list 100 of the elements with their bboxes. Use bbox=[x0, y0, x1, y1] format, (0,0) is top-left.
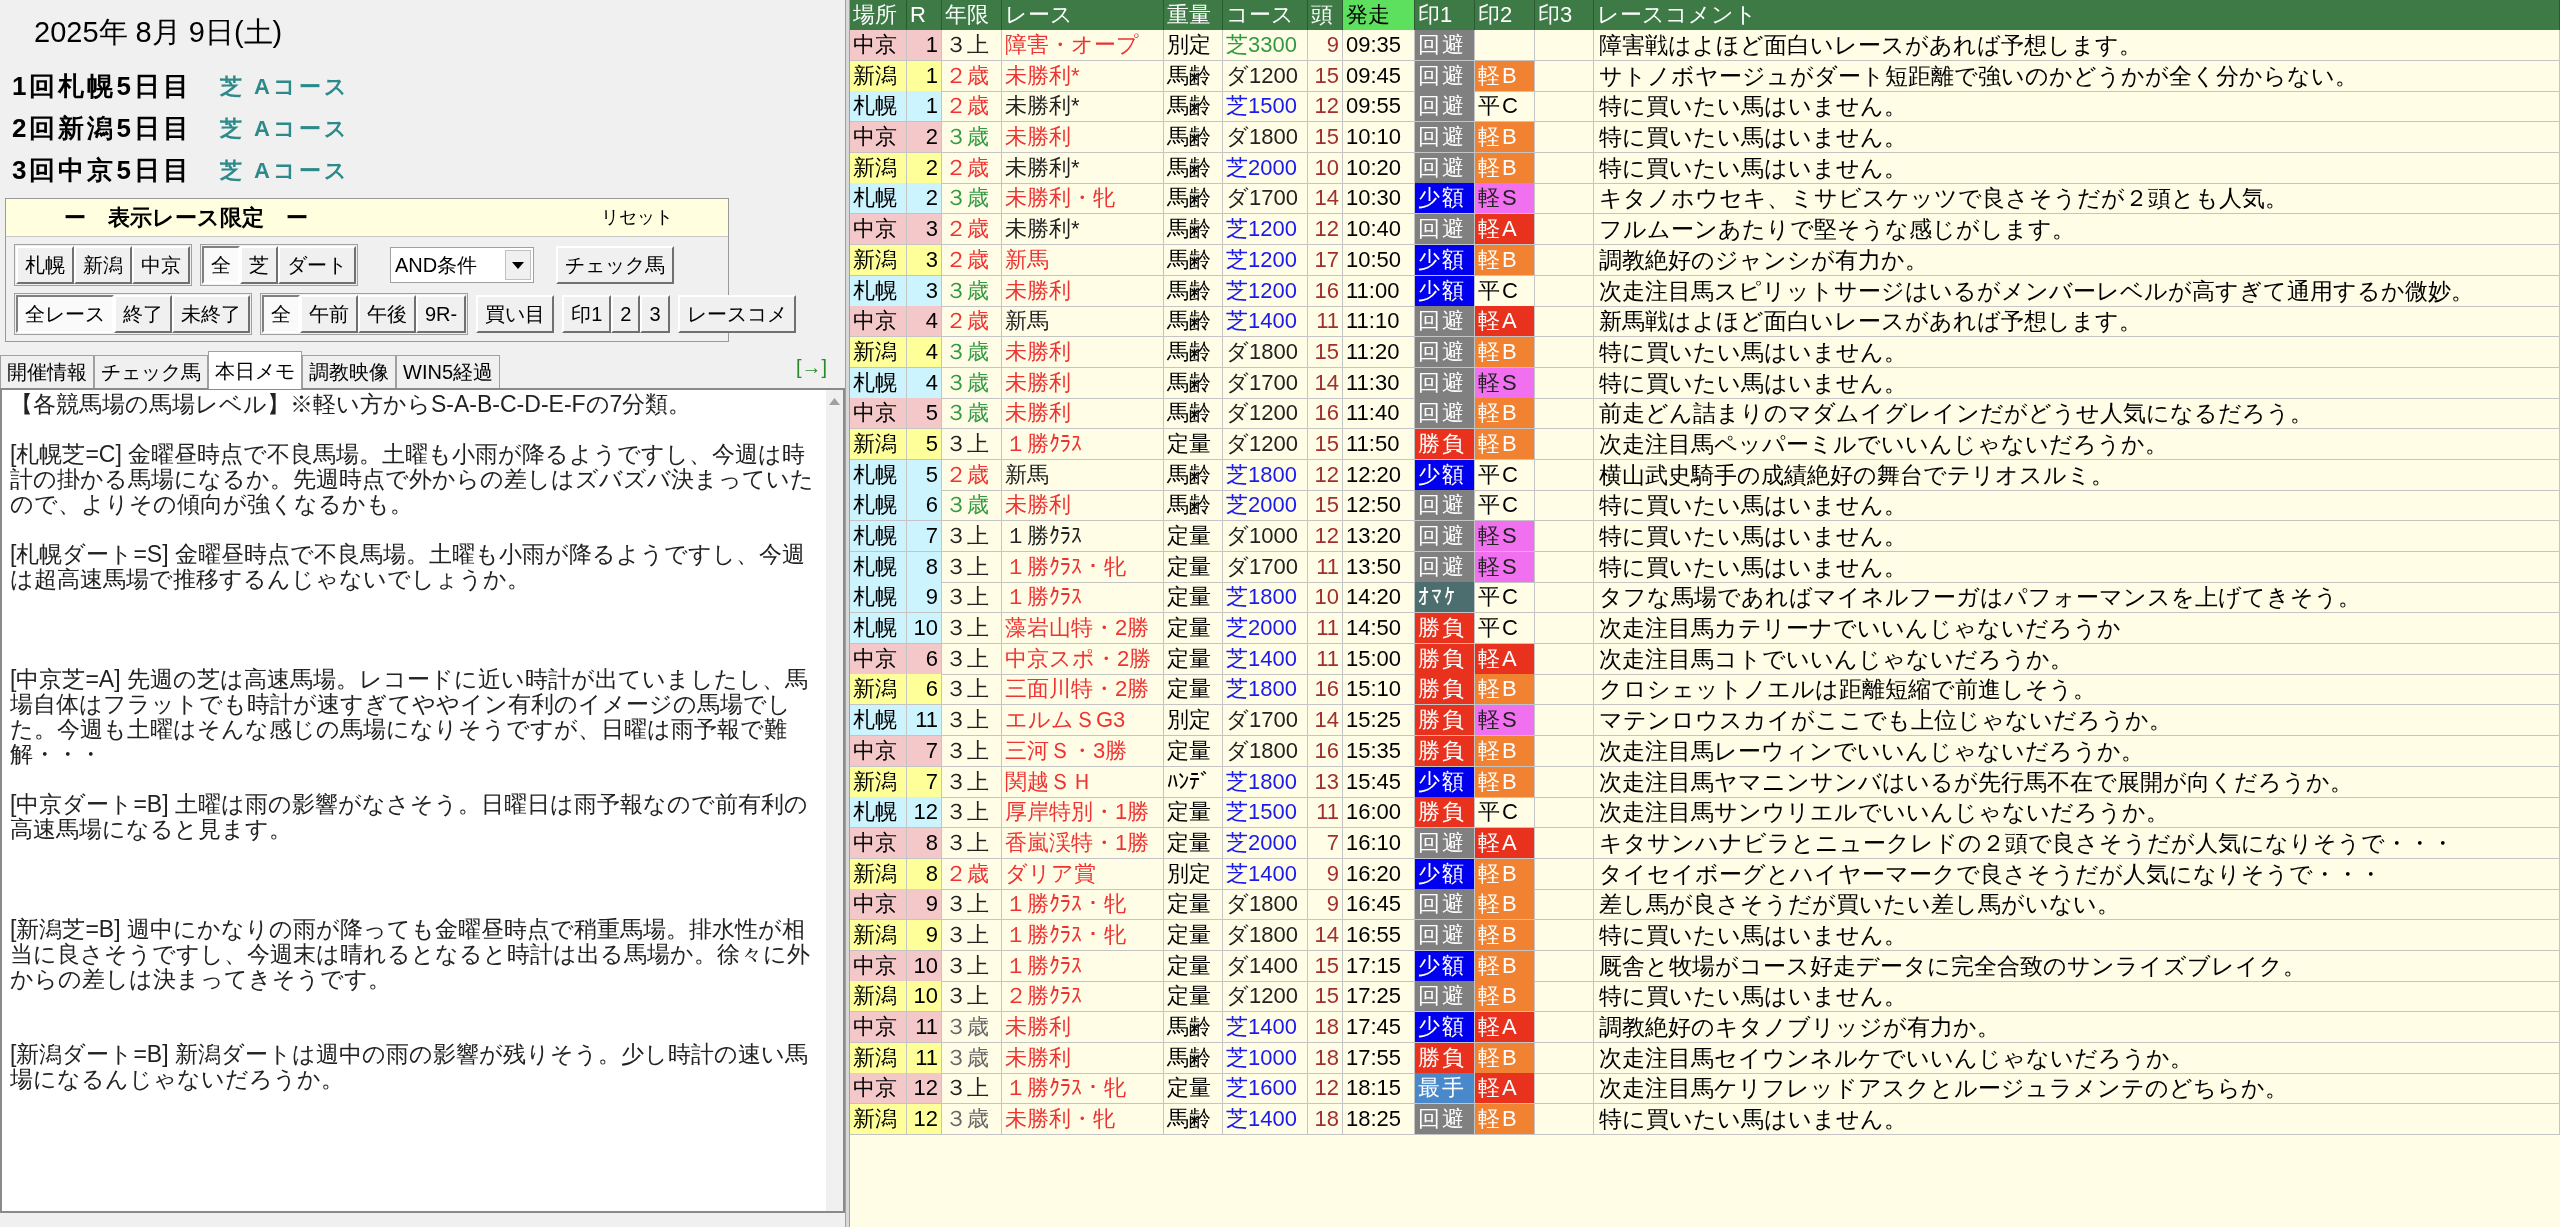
filter-title: ー 表示レース限定 ー bbox=[64, 204, 308, 232]
table-cell: 未勝利 bbox=[1002, 122, 1164, 154]
table-cell: 馬齢 bbox=[1164, 214, 1223, 246]
filter-button[interactable]: 札幌 bbox=[16, 246, 74, 284]
column-header[interactable]: 年限 bbox=[942, 0, 1002, 30]
table-cell: 未勝利* bbox=[1002, 91, 1164, 123]
table-cell: ３歳 bbox=[942, 122, 1002, 154]
column-header[interactable]: レースコメント bbox=[1594, 0, 2560, 30]
table-cell: ３上 bbox=[942, 1073, 1002, 1105]
mark-label: 回避 bbox=[1415, 889, 1475, 921]
expand-link[interactable]: [→] bbox=[795, 352, 827, 382]
column-header[interactable]: レース bbox=[1002, 0, 1164, 30]
table-cell: ３上 bbox=[942, 705, 1002, 737]
mark-label: 勝負 bbox=[1415, 735, 1475, 767]
table-cell: 定量 bbox=[1164, 797, 1223, 829]
filter-button[interactable]: 午後 bbox=[358, 295, 416, 333]
venue-cell: 中京 bbox=[850, 1073, 907, 1105]
table-cell: 9 bbox=[1308, 889, 1343, 921]
venue-cell: 中京 bbox=[850, 214, 907, 246]
course-label: 芝 Aコース bbox=[219, 72, 350, 101]
comment-cell: 特に買いたい馬はいません。 bbox=[1594, 551, 2560, 583]
table-cell: 7 bbox=[1308, 827, 1343, 859]
filter-button[interactable]: 全 bbox=[262, 295, 300, 333]
race-number-cell: 11 bbox=[907, 705, 942, 737]
table-cell: 芝1800 bbox=[1223, 766, 1308, 798]
tab[interactable]: チェック馬 bbox=[94, 355, 208, 388]
table-cell: ３上 bbox=[942, 674, 1002, 706]
column-header[interactable]: 印3 bbox=[1535, 0, 1594, 30]
mark-label: 勝負 bbox=[1415, 428, 1475, 460]
mark-label: 軽B bbox=[1475, 122, 1535, 154]
filter-button[interactable]: 印1 bbox=[562, 295, 612, 333]
filter-button[interactable]: 9R- bbox=[416, 295, 467, 333]
dropdown-value: AND条件 bbox=[395, 253, 479, 278]
table-cell: 中京スポ・2勝 bbox=[1002, 643, 1164, 675]
memo-field[interactable] bbox=[0, 388, 845, 1213]
table-cell: 12 bbox=[1308, 91, 1343, 123]
filter-button[interactable]: 中京 bbox=[132, 246, 190, 284]
column-header[interactable]: 発走 bbox=[1343, 0, 1415, 30]
empty-cell bbox=[1535, 613, 1594, 645]
mark-label: 軽B bbox=[1475, 735, 1535, 767]
filter-button[interactable]: レースコメ bbox=[677, 295, 796, 333]
empty-cell bbox=[1535, 490, 1594, 522]
table-cell: ﾊﾝﾃﾞ bbox=[1164, 766, 1223, 798]
condition-dropdown[interactable]: AND条件 bbox=[390, 247, 534, 283]
filter-button[interactable]: 未終了 bbox=[172, 295, 250, 333]
table-cell: 15 bbox=[1308, 981, 1343, 1013]
column-header[interactable]: コース bbox=[1223, 0, 1308, 30]
tab[interactable]: 開催情報 bbox=[0, 355, 94, 388]
filter-button[interactable]: 全 bbox=[202, 246, 240, 284]
mark-label: 軽B bbox=[1475, 398, 1535, 430]
table-cell: 芝1600 bbox=[1223, 1073, 1308, 1105]
memo-text: 【各競馬場の馬場レベル】※軽い方からS-A-B-C-D-E-Fの7分類。 [札幌芝=C] 金曜昼時点で不良馬場。土曜も小雨が降るようですし、今週は時計の掛かる馬場になるか。先週時点で外からの差しはズバズバ決まっていたので、よりその傾向が強くなるかも。 [札幌ダート=S] 金曜昼時点で不良馬場。土曜も小雨が降るようですし、今週は超高速馬場で推移するんじゃないでしょうか。 [中京芝=A] 先週の芝は高速馬場。レコードに近い時計が出ていましたし、馬場自体はフラットでも時計が速すぎてややイン有利のイメージの馬場でした。今週も土曜はそんな感じの馬場になりそうですが、日曜は雨予報で難解・・・ [中京ダート=B] 土曜は雨の影響がなさそう。日曜日は雨予報なので前有利の高速馬場になると見ます。 [新潟芝=B] 週中にかなりの雨が降っても金曜昼時点で稍重馬場。排水性が相当に良さそうですし、今週末は晴れるとなると時計は出る馬場か。徐々に外からの差しは決まってきそうです。 [新潟ダート=B] 新潟ダートは週中の雨の影響が残りそう。少し時計の速い馬場になるんじゃないだろうか。 bbox=[9, 390, 815, 1094]
column-header[interactable]: 重量 bbox=[1164, 0, 1223, 30]
table-cell: 馬齢 bbox=[1164, 122, 1223, 154]
filter-button[interactable]: 買い目 bbox=[476, 295, 555, 333]
filter-button[interactable]: チェック馬 bbox=[556, 246, 674, 284]
filter-button[interactable]: 新潟 bbox=[74, 246, 132, 284]
race-number-cell: 1 bbox=[907, 91, 942, 123]
venue-cell: 中京 bbox=[850, 30, 907, 61]
mark-label: 回避 bbox=[1415, 122, 1475, 154]
filter-button[interactable]: ダート bbox=[278, 246, 356, 284]
comment-cell: 特に買いたい馬はいません。 bbox=[1594, 490, 2560, 522]
venue-cell: 中京 bbox=[850, 398, 907, 430]
table-cell: 15 bbox=[1308, 122, 1343, 154]
scroll-up-icon[interactable] bbox=[829, 398, 840, 405]
table-cell: １勝ｸﾗｽ・牝 bbox=[1002, 1073, 1164, 1105]
reset-button[interactable]: リセット bbox=[601, 204, 673, 231]
table-cell: 定量 bbox=[1164, 950, 1223, 982]
mark-label: 軽B bbox=[1475, 889, 1535, 921]
table-cell: 11 bbox=[1308, 551, 1343, 583]
table-cell: 新馬 bbox=[1002, 244, 1164, 276]
tab[interactable]: 調教映像 bbox=[302, 355, 396, 388]
table-cell: １勝ｸﾗｽ bbox=[1002, 950, 1164, 982]
table-cell: 芝1400 bbox=[1223, 643, 1308, 675]
filter-button[interactable]: 芝 bbox=[240, 246, 278, 284]
filter-button[interactable]: 3 bbox=[640, 295, 670, 333]
venue-cell: 中京 bbox=[850, 735, 907, 767]
mark-label: 軽B bbox=[1475, 674, 1535, 706]
filter-button[interactable]: 終了 bbox=[114, 295, 172, 333]
comment-cell: 調教絶好のジャンシが有力か。 bbox=[1594, 244, 2560, 276]
table-cell: ダ1700 bbox=[1223, 551, 1308, 583]
filter-button[interactable]: 午前 bbox=[300, 295, 358, 333]
tab[interactable]: 本日メモ bbox=[208, 351, 302, 389]
table-cell: 12 bbox=[1308, 521, 1343, 552]
table-cell: 馬齢 bbox=[1164, 336, 1223, 368]
tab[interactable]: WIN5経過 bbox=[396, 355, 500, 388]
column-header[interactable]: 印2 bbox=[1475, 0, 1535, 30]
filter-button[interactable]: 全レース bbox=[16, 295, 114, 333]
table-cell: ３上 bbox=[942, 766, 1002, 798]
scrollbar[interactable] bbox=[826, 390, 843, 1211]
comment-cell: フルムーンあたりで堅そうな感じがします。 bbox=[1594, 214, 2560, 246]
mark-label: 軽B bbox=[1475, 152, 1535, 184]
mark-label: 回避 bbox=[1415, 306, 1475, 338]
table-cell: １勝ｸﾗｽ・牝 bbox=[1002, 889, 1164, 921]
table-cell: ２勝ｸﾗｽ bbox=[1002, 981, 1164, 1013]
filter-button[interactable]: 2 bbox=[611, 295, 641, 333]
race-number-cell: 12 bbox=[907, 1104, 942, 1136]
comment-cell: サトノボヤージュがダート短距離で強いのかどうかが全く分からない。 bbox=[1594, 60, 2560, 92]
comment-cell: マテンロウスカイがここでも上位じゃないだろうか。 bbox=[1594, 705, 2560, 737]
race-number-cell: 4 bbox=[907, 306, 942, 338]
